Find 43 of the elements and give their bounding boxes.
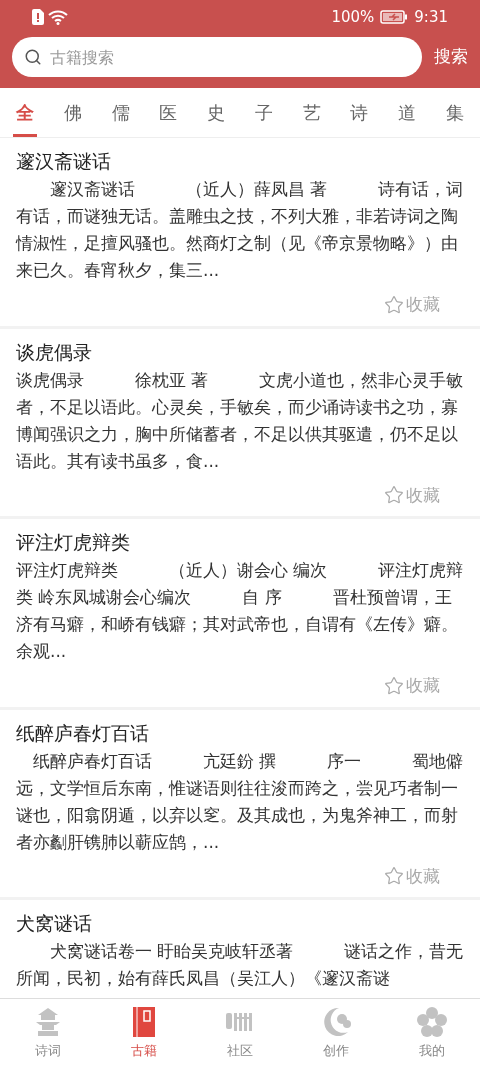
category-tab[interactable]: 儒 [111,88,130,137]
category-tab[interactable]: 全 [16,88,34,137]
nav-tab[interactable]: 社区 [192,999,288,1066]
wifi-icon [48,9,68,25]
nav-tab[interactable]: 创作 [288,999,384,1066]
book-excerpt: 邃汉斋谜话 （近人）薛凤昌 著 诗有话，词有话，而谜独无话。盖雕虫之技，不列大雅，非若诗词之陶情淑性，足擅风骚也。然商灯之制（见《帝京景物略》）由来已久。春宵秋夕，集三... [16,178,464,282]
book-excerpt: 谈虎偶录 徐枕亚 著 文虎小道也，然非心灵手敏者，不足以语此。心灵矣，手敏矣，而少诵诗读书之功，寡博闻强识之力，胸中所储蓄者，不足以供其驱遣，仍不足以语此。其有读书虽多，食... [16,368,464,473]
book-title: 邃汉斋谜话 [16,149,112,174]
nav-tab[interactable]: 我的 [384,999,480,1066]
category-tab[interactable]: 艺 [302,88,321,137]
sim-alert-icon [32,9,44,25]
star-icon [384,675,404,696]
search-field[interactable]: 古籍搜索 [12,37,422,77]
category-tab[interactable]: 集 [445,88,464,137]
star-icon [384,866,404,887]
battery-charging-icon [380,10,409,24]
category-tab[interactable]: 子 [254,88,273,137]
book-title: 犬窝谜话 [16,911,93,936]
book-card[interactable]: 谈虎偶录 谈虎偶录 徐枕亚 著 文虎小道也，然非心灵手敏者，不足以语此。心灵矣，手敏矣，而少诵诗读书之功，寡博闻强识之力，胸中所储蓄者，不足以供其驱遣，仍不足以语此。其有读书虽多，食... 收藏 [0,328,480,516]
nav-tab[interactable]: 古籍 [96,999,192,1066]
search-icon [24,48,42,66]
book-card[interactable]: 邃汉斋谜话 邃汉斋谜话 （近人）薛凤昌 著 诗有话，词有话，而谜独无话。盖雕虫之技，不列大雅，非若诗词之陶情淑性，足擅风骚也。然商灯之制（见《帝京景物略》）由来已久。春宵秋夕，集三... 收藏 [0,138,480,326]
search-button[interactable]: 搜索 [434,44,468,70]
book-excerpt: 评注灯虎辩类 （近人）谢会心 编次 评注灯虎辩类 岭东凤城谢会心编次 自 序 晋杜预曾谓，王济有马癖，和峤有钱癖；其对武帝也，自谓有《左传》癖。余观... [16,559,464,663]
book-card[interactable]: 评注灯虎辩类 评注灯虎辩类 （近人）谢会心 编次 评注灯虎辩类 岭东凤城谢会心编次 自 序 晋杜预曾谓，王济有马癖，和峤有钱癖；其对武帝也，自谓有《左传》癖。余观... 收藏 [0,519,480,707]
category-tab[interactable]: 道 [398,88,417,137]
category-tab[interactable]: 史 [207,88,226,137]
category-tab[interactable]: 佛 [63,88,82,137]
book-excerpt: 纸醉庐春灯百话 亢廷鈖 撰 序一 蜀地僻远，文学恒后东南，惟谜语则往往浚而跨之，尝见巧者制一谜也，阳翕阴遁，以弃以窆。及其成也，为鬼斧神工，而射者亦劙肝镌肺以蕲应鹄，... [16,749,464,854]
book-title: 评注灯虎辩类 [16,530,131,555]
battery-percent: 100% [331,6,375,28]
book-title: 纸醉庐春灯百话 [16,720,150,746]
category-tab[interactable]: 医 [159,88,178,137]
category-tab[interactable]: 诗 [350,88,369,137]
book-title: 谈虎偶录 [16,339,93,365]
star-icon [384,294,404,315]
clock-time: 9:31 [414,6,448,28]
flower-icon [415,1004,449,1039]
nav-tab[interactable]: 诗词 [0,999,96,1066]
book-card[interactable]: 犬窝谜话 犬窝谜话卷一 盱眙吴克岐轩丞著 谜话之作，昔无所闻，民初，始有薛氏凤昌（吴江人）《邃汉斋谜 [0,900,480,998]
book-card[interactable]: 纸醉庐春灯百话 纸醉庐春灯百话 亢廷鈖 撰 序一 蜀地僻远，文学恒后东南，惟谜语则往往浚而跨之，尝见巧者制一谜也，阳翕阴遁，以弃以窆。及其成也，为鬼斧神工，而射者亦劙肝镌肺以蕲应鹄，... 收藏 [0,709,480,897]
book-excerpt: 犬窝谜话卷一 盱眙吴克岐轩丞著 谜话之作，昔无所闻，民初，始有薛氏凤昌（吴江人）《邃汉斋谜 [16,940,464,990]
star-icon [384,485,404,506]
